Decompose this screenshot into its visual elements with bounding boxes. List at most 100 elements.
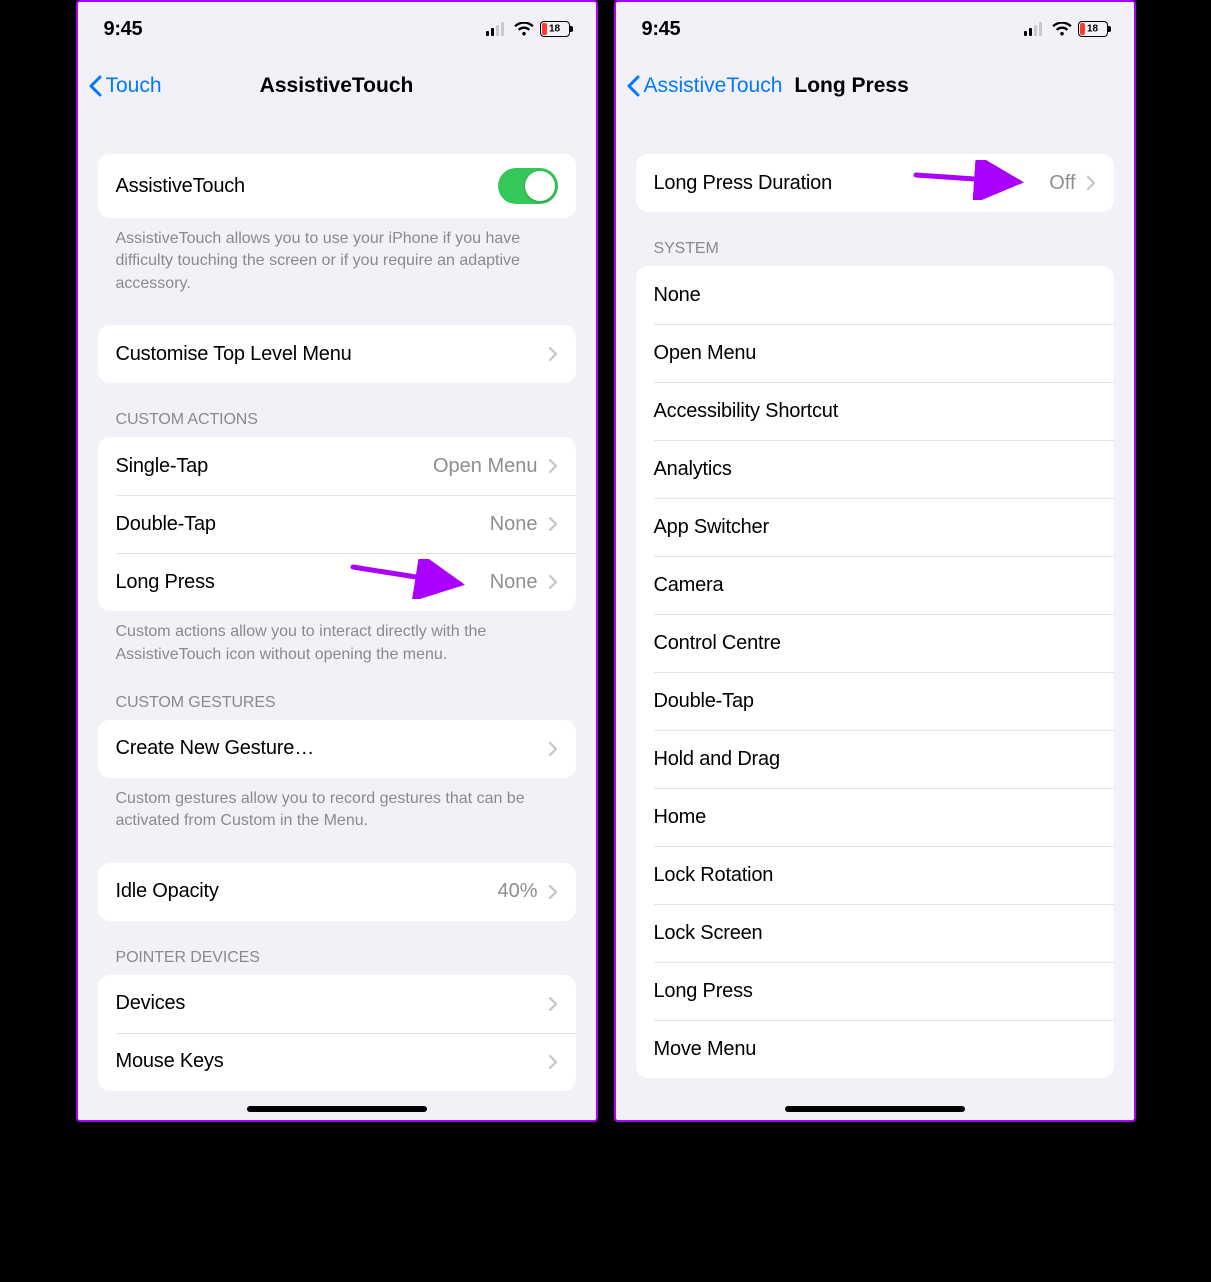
chevron-right-icon — [548, 741, 558, 757]
row-single-tap[interactable]: Single-Tap Open Menu — [98, 437, 576, 495]
row-idle-opacity[interactable]: Idle Opacity 40% — [98, 863, 576, 921]
row-create-gesture[interactable]: Create New Gesture… — [98, 720, 576, 778]
row-label: Lock Rotation — [654, 864, 774, 887]
page-title: Long Press — [794, 74, 908, 98]
battery-icon: 18 — [1078, 21, 1108, 37]
row-customise-menu[interactable]: Customise Top Level Menu — [98, 325, 576, 383]
row-label: Long Press Duration — [654, 172, 833, 195]
row-label: Lock Screen — [654, 922, 763, 945]
chevron-right-icon — [548, 884, 558, 900]
home-indicator[interactable] — [785, 1106, 965, 1112]
arrow-annotation-icon — [348, 559, 478, 599]
chevron-right-icon — [548, 458, 558, 474]
row-system-double-tap[interactable]: Double-Tap — [636, 672, 1114, 730]
row-label: App Switcher — [654, 516, 769, 539]
row-system-none[interactable]: None — [636, 266, 1114, 324]
row-label: Open Menu — [654, 342, 757, 365]
chevron-right-icon — [548, 996, 558, 1012]
row-label: Accessibility Shortcut — [654, 400, 839, 423]
header-pointer-devices: POINTER DEVICES — [98, 921, 576, 975]
wifi-icon — [514, 22, 534, 36]
row-label: Analytics — [654, 458, 732, 481]
group-idle-opacity: Idle Opacity 40% — [98, 863, 576, 921]
status-right: 18 — [486, 21, 570, 37]
back-label: AssistiveTouch — [644, 74, 783, 98]
phone-left: 9:45 18 Touch AssistiveTouch — [76, 0, 598, 1122]
footer-custom-gestures: Custom gestures allow you to record gest… — [98, 778, 576, 833]
row-label: Idle Opacity — [116, 880, 219, 903]
header-custom-gestures: CUSTOM GESTURES — [98, 666, 576, 720]
row-value: Open Menu — [433, 455, 538, 478]
battery-icon: 18 — [540, 21, 570, 37]
group-customise: Customise Top Level Menu — [98, 325, 576, 383]
footer-custom-actions: Custom actions allow you to interact dir… — [98, 611, 576, 666]
row-label: Long Press — [116, 571, 215, 594]
back-label: Touch — [106, 74, 162, 98]
content-left: AssistiveTouch AssistiveTouch allows you… — [78, 116, 596, 1120]
group-system: None Open Menu Accessibility Shortcut Analy… — [636, 266, 1114, 1078]
row-long-press[interactable]: Long Press None — [98, 553, 576, 611]
row-value: 40% — [497, 880, 537, 903]
status-bar: 9:45 18 — [78, 2, 596, 56]
row-system-control-centre[interactable]: Control Centre — [636, 614, 1114, 672]
footer-assistivetouch: AssistiveTouch allows you to use your iP… — [98, 218, 576, 295]
arrow-annotation-icon — [911, 160, 1036, 200]
back-button[interactable]: AssistiveTouch — [626, 74, 783, 98]
status-right: 18 — [1024, 21, 1108, 37]
row-system-long-press[interactable]: Long Press — [636, 962, 1114, 1020]
status-time: 9:45 — [642, 18, 681, 41]
row-value: Off — [1049, 172, 1075, 195]
row-label: Control Centre — [654, 632, 781, 655]
group-custom-gestures: Create New Gesture… — [98, 720, 576, 778]
row-system-lock-screen[interactable]: Lock Screen — [636, 904, 1114, 962]
row-label: Double-Tap — [654, 690, 754, 713]
row-label: Camera — [654, 574, 724, 597]
row-double-tap[interactable]: Double-Tap None — [98, 495, 576, 553]
row-system-hold-and-drag[interactable]: Hold and Drag — [636, 730, 1114, 788]
switch-assistivetouch[interactable] — [498, 168, 558, 204]
row-label: Home — [654, 806, 707, 829]
header-system: SYSTEM — [636, 212, 1114, 266]
row-system-camera[interactable]: Camera — [636, 556, 1114, 614]
chevron-right-icon — [548, 574, 558, 590]
nav-header: Touch AssistiveTouch — [78, 56, 596, 116]
group-duration: Long Press Duration Off — [636, 154, 1114, 212]
row-label: Hold and Drag — [654, 748, 780, 771]
row-system-accessibility-shortcut[interactable]: Accessibility Shortcut — [636, 382, 1114, 440]
row-value: None — [490, 571, 538, 594]
row-label: Single-Tap — [116, 455, 209, 478]
row-system-app-switcher[interactable]: App Switcher — [636, 498, 1114, 556]
status-bar: 9:45 18 — [616, 2, 1134, 56]
row-value: None — [490, 513, 538, 536]
header-custom-actions: CUSTOM ACTIONS — [98, 383, 576, 437]
row-system-home[interactable]: Home — [636, 788, 1114, 846]
row-system-lock-rotation[interactable]: Lock Rotation — [636, 846, 1114, 904]
signal-icon — [486, 22, 508, 36]
row-devices[interactable]: Devices — [98, 975, 576, 1033]
phone-right: 9:45 18 AssistiveTouch Long Press — [614, 0, 1136, 1122]
row-system-move-menu[interactable]: Move Menu — [636, 1020, 1114, 1078]
page-title: AssistiveTouch — [260, 74, 414, 98]
status-time: 9:45 — [104, 18, 143, 41]
row-assistivetouch[interactable]: AssistiveTouch — [98, 154, 576, 218]
row-system-open-menu[interactable]: Open Menu — [636, 324, 1114, 382]
row-label: Double-Tap — [116, 513, 216, 536]
signal-icon — [1024, 22, 1046, 36]
chevron-right-icon — [1086, 175, 1096, 191]
nav-header: AssistiveTouch Long Press — [616, 56, 1134, 116]
row-label: Customise Top Level Menu — [116, 343, 352, 366]
row-system-analytics[interactable]: Analytics — [636, 440, 1114, 498]
group-custom-actions: Single-Tap Open Menu Double-Tap None Lon… — [98, 437, 576, 611]
chevron-right-icon — [548, 1054, 558, 1070]
back-button[interactable]: Touch — [88, 74, 162, 98]
chevron-right-icon — [548, 346, 558, 362]
group-assistivetouch-toggle: AssistiveTouch — [98, 154, 576, 218]
row-label: Devices — [116, 992, 186, 1015]
home-indicator[interactable] — [247, 1106, 427, 1112]
row-long-press-duration[interactable]: Long Press Duration Off — [636, 154, 1114, 212]
row-label: None — [654, 284, 701, 307]
row-label: Mouse Keys — [116, 1050, 224, 1073]
row-label: Create New Gesture… — [116, 737, 315, 760]
row-label: Long Press — [654, 980, 753, 1003]
row-mouse-keys[interactable]: Mouse Keys — [98, 1033, 576, 1091]
